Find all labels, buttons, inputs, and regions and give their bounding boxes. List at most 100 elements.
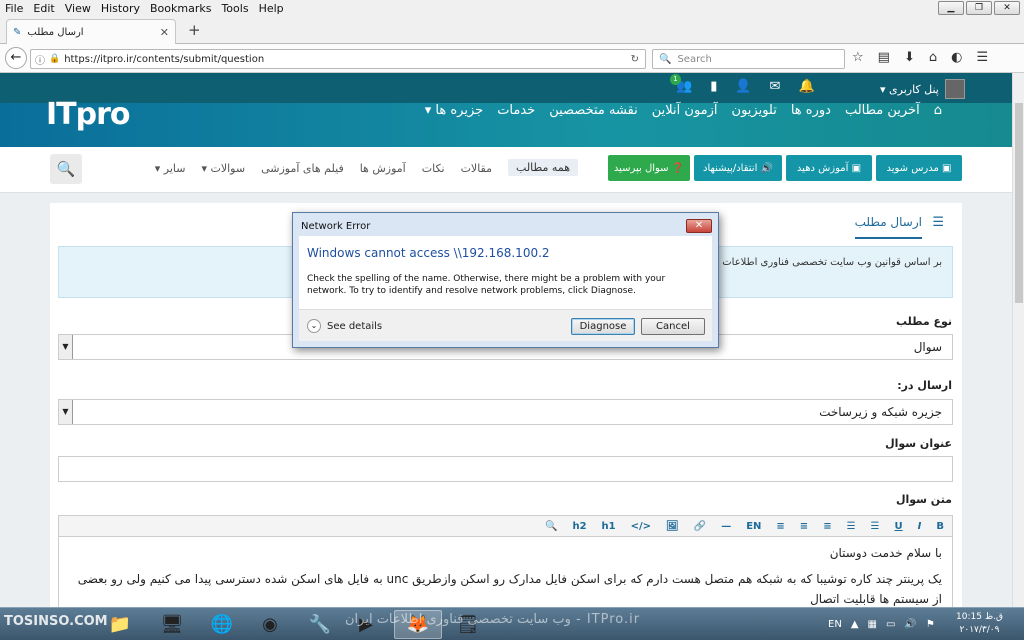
site-logo[interactable]: ITpro <box>46 97 131 132</box>
menu-file[interactable]: File <box>0 2 28 15</box>
feedback-button[interactable]: انتقاد/پیشنهاد 🔊 <box>694 155 782 181</box>
menu-edit[interactable]: Edit <box>28 2 59 15</box>
editor-link-icon[interactable]: 🔗 <box>694 521 706 532</box>
internet-download-manager-icon[interactable]: 🌐 <box>198 610 246 639</box>
pocket-icon[interactable]: ◐ <box>951 50 962 65</box>
itpro-watermark: ITPro.ir - وب سایت تخصصی فناوری اطلاعات … <box>345 612 641 627</box>
editor-code-icon[interactable]: </> <box>631 521 651 532</box>
battery-icon[interactable]: ▭ <box>886 619 895 630</box>
book-icon[interactable]: ▮ <box>710 79 717 94</box>
numbered-list-icon[interactable]: ☰ <box>871 521 880 532</box>
search-input[interactable]: 🔍 Search <box>652 49 845 69</box>
question-title-input[interactable] <box>58 456 953 482</box>
url-text: https://itpro.ir/contents/submit/questio… <box>64 53 265 65</box>
chrome-icon[interactable]: ◉ <box>246 610 294 639</box>
site-search-icon[interactable]: 🔍 <box>50 154 82 184</box>
bold-icon[interactable]: B <box>936 521 944 532</box>
ask-question-button[interactable]: سوال بپرسید ❓ <box>608 155 690 181</box>
site-header: 👥 1 ▮ 👤 ✉ 🔔 پنل کاربری ▾ ITpro ⌂ آخرین مط… <box>0 73 1012 147</box>
editor-en-button[interactable]: EN <box>746 521 761 532</box>
tab-close-icon[interactable]: ✕ <box>160 26 169 39</box>
reading-list-icon[interactable]: ▤ <box>878 50 890 65</box>
close-icon[interactable]: ✕ <box>994 1 1020 15</box>
send-in-label: ارسال در: <box>897 379 952 392</box>
nav-courses[interactable]: دوره ها <box>791 103 831 118</box>
main-nav: ⌂ آخرین مطالب دوره ها تلویزیون آزمون آنل… <box>425 103 942 118</box>
network-icon[interactable]: ▦ <box>868 619 877 630</box>
menu-tools[interactable]: Tools <box>216 2 253 15</box>
menu-view[interactable]: View <box>60 2 96 15</box>
nav-latest[interactable]: آخرین مطالب <box>845 103 920 118</box>
link-other[interactable]: سایر ▾ <box>155 162 186 176</box>
url-bar[interactable]: ⓘ 🔒 https://itpro.ir/contents/submit/que… <box>30 49 646 69</box>
mail-icon[interactable]: ✉ <box>770 79 781 94</box>
send-in-select[interactable]: ▼ جزیره شبکه و زیرساخت <box>58 399 953 425</box>
hamburger-menu-icon[interactable]: ☰ <box>976 50 988 65</box>
cancel-button[interactable]: Cancel <box>641 318 705 335</box>
nav-experts-map[interactable]: نقشه متخصصین <box>549 103 638 118</box>
link-tutorials[interactable]: آموزش ها <box>360 162 406 176</box>
editor-h1-button[interactable]: h1 <box>602 521 616 532</box>
sub-nav-links: همه مطالب مقالات نکات آموزش ها فیلم های … <box>155 159 578 176</box>
editor-h2-button[interactable]: h2 <box>572 521 586 532</box>
nav-exam[interactable]: آزمون آنلاین <box>652 103 718 118</box>
bullet-list-icon[interactable]: ☰ <box>847 521 856 532</box>
link-tips[interactable]: نکات <box>422 162 445 176</box>
align-center-icon[interactable]: ≡ <box>800 521 808 532</box>
home-icon[interactable]: ⌂ <box>929 50 937 65</box>
action-center-icon[interactable]: ⚑ <box>926 619 935 630</box>
dialog-close-icon[interactable]: ✕ <box>686 219 712 233</box>
clock[interactable]: 10:15 ق.ظ ۲۰۱۷/۳/۰۹ <box>956 611 1003 637</box>
user-add-icon[interactable]: 👤 <box>735 79 751 94</box>
download-icon[interactable]: ⬇ <box>904 50 915 65</box>
link-questions[interactable]: سوالات ▾ <box>201 162 245 176</box>
link-videos[interactable]: فیلم های آموزشی <box>261 162 344 176</box>
teach-button[interactable]: آموزش دهید ▣ <box>786 155 872 181</box>
tab-title: ارسال مطلب <box>27 26 84 38</box>
underline-icon[interactable]: U <box>895 521 903 532</box>
page-scrollbar[interactable] <box>1012 73 1024 607</box>
card-title[interactable]: ارسال مطلب <box>854 215 922 239</box>
nav-islands[interactable]: جزیره ها ▾ <box>425 103 483 118</box>
align-right-icon[interactable]: ≡ <box>823 521 831 532</box>
language-indicator[interactable]: EN <box>828 619 842 630</box>
bookmark-star-icon[interactable]: ☆ <box>852 50 864 65</box>
home-nav-icon[interactable]: ⌂ <box>934 103 942 118</box>
explorer-icon[interactable]: 📁 <box>96 610 144 639</box>
back-icon[interactable]: ← <box>5 47 27 69</box>
italic-icon[interactable]: I <box>918 521 922 532</box>
reload-icon[interactable]: ↻ <box>631 54 639 65</box>
menu-help[interactable]: Help <box>254 2 289 15</box>
see-details-toggle[interactable]: ⌄ See details <box>307 319 382 333</box>
question-text-editor[interactable]: با سلام خدمت دوستان یک پرینتر چند کاره ت… <box>58 537 953 607</box>
user-panel[interactable]: پنل کاربری ▾ <box>880 79 965 99</box>
bell-icon[interactable]: 🔔 <box>798 79 814 94</box>
menu-history[interactable]: History <box>96 2 145 15</box>
become-teacher-button[interactable]: مدرس شوید ▣ <box>876 155 962 181</box>
info-icon[interactable]: ⓘ <box>35 52 45 67</box>
editor-image-icon[interactable]: 🖼 <box>666 521 679 532</box>
editor-hr-icon[interactable]: — <box>721 521 731 532</box>
tool-icon[interactable]: 🔧 <box>296 610 344 639</box>
diagnose-button[interactable]: Diagnose <box>571 318 635 335</box>
minimize-icon[interactable]: ▁ <box>938 1 964 15</box>
scroll-thumb[interactable] <box>1015 103 1023 303</box>
nav-services[interactable]: خدمات <box>497 103 535 118</box>
align-left-icon[interactable]: ≡ <box>776 521 784 532</box>
browser-tab[interactable]: ✎ ارسال مطلب ✕ <box>6 19 176 44</box>
editor-search-icon[interactable]: 🔍 <box>545 521 557 532</box>
link-articles[interactable]: مقالات <box>461 162 492 176</box>
link-all-content[interactable]: همه مطالب <box>508 159 578 176</box>
feather-icon: ✎ <box>13 26 22 38</box>
app-icon[interactable]: 🖥 <box>148 610 196 639</box>
chevron-down-icon: ⌄ <box>307 319 321 333</box>
volume-icon[interactable]: 🔊 <box>904 619 916 630</box>
users-icon[interactable]: 👥 1 <box>670 74 692 94</box>
nav-tv[interactable]: تلویزیون <box>732 103 777 118</box>
new-tab-icon[interactable]: + <box>188 21 201 39</box>
chevron-down-icon[interactable]: ▼ <box>59 400 73 424</box>
chevron-down-icon[interactable]: ▼ <box>59 335 73 359</box>
restore-icon[interactable]: ❐ <box>966 1 992 15</box>
menu-bookmarks[interactable]: Bookmarks <box>145 2 216 15</box>
tray-expand-icon[interactable]: ▲ <box>851 619 859 630</box>
